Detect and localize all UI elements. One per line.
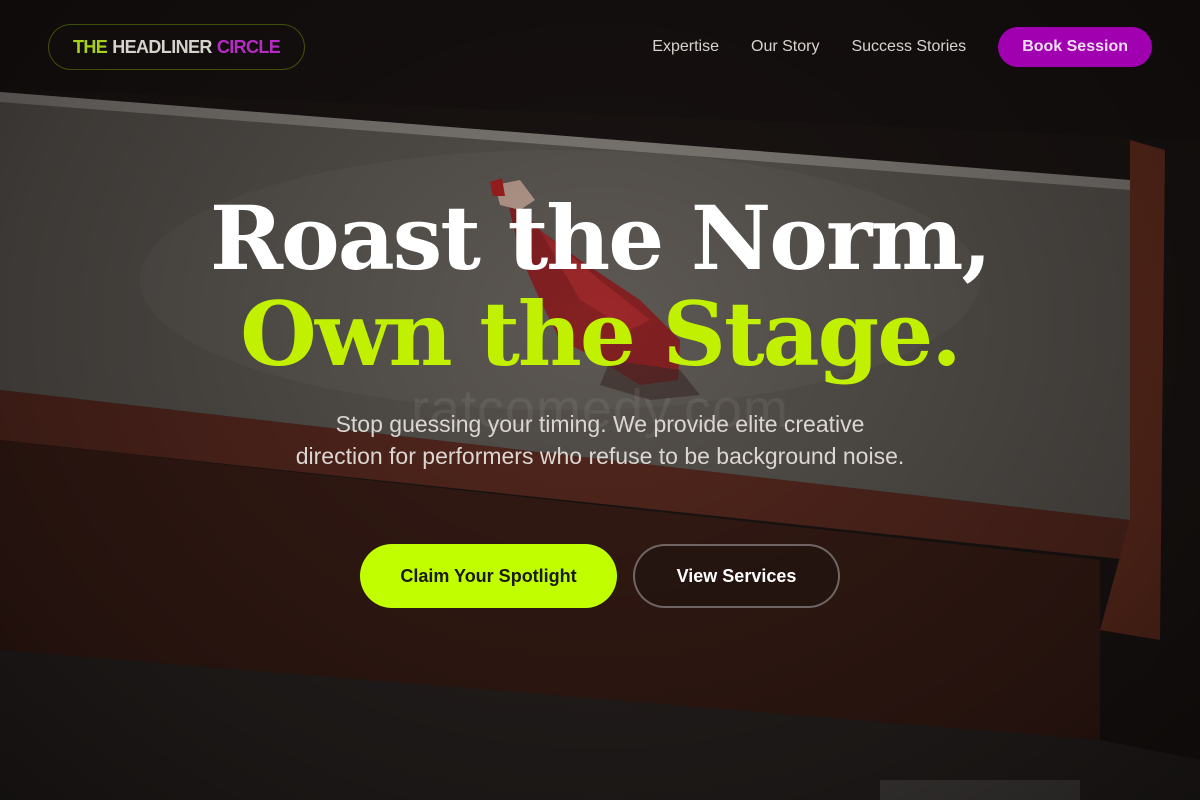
brand-word-circle: CIRCLE xyxy=(216,36,281,57)
brand-word-the: THE xyxy=(73,36,108,57)
hero-subtitle: Stop guessing your timing. We provide el… xyxy=(295,411,905,469)
nav-menu: Expertise Our Story Success Stories Book… xyxy=(652,27,1152,67)
hero-section: Roast the Norm, Own the Stage. xyxy=(0,190,1200,382)
view-services-button[interactable]: View Services xyxy=(633,544,840,608)
hero-headline: Roast the Norm, Own the Stage. xyxy=(0,190,1200,382)
hero-actions: Claim Your Spotlight View Services xyxy=(0,544,1200,608)
brand-logo[interactable]: THE HEADLINER CIRCLE xyxy=(48,24,306,70)
nav-link-expertise[interactable]: Expertise xyxy=(652,38,719,56)
hero-headline-line2: Own the Stage. xyxy=(240,282,962,386)
top-navigation: THE HEADLINER CIRCLE Expertise Our Story… xyxy=(48,24,1152,70)
brand-word-headliner: HEADLINER xyxy=(112,36,212,57)
book-session-button[interactable]: Book Session xyxy=(998,27,1152,67)
nav-link-success-stories[interactable]: Success Stories xyxy=(851,38,966,56)
nav-link-our-story[interactable]: Our Story xyxy=(751,38,819,56)
hero-headline-line1: Roast the Norm, xyxy=(209,186,992,290)
claim-spotlight-button[interactable]: Claim Your Spotlight xyxy=(360,544,617,608)
